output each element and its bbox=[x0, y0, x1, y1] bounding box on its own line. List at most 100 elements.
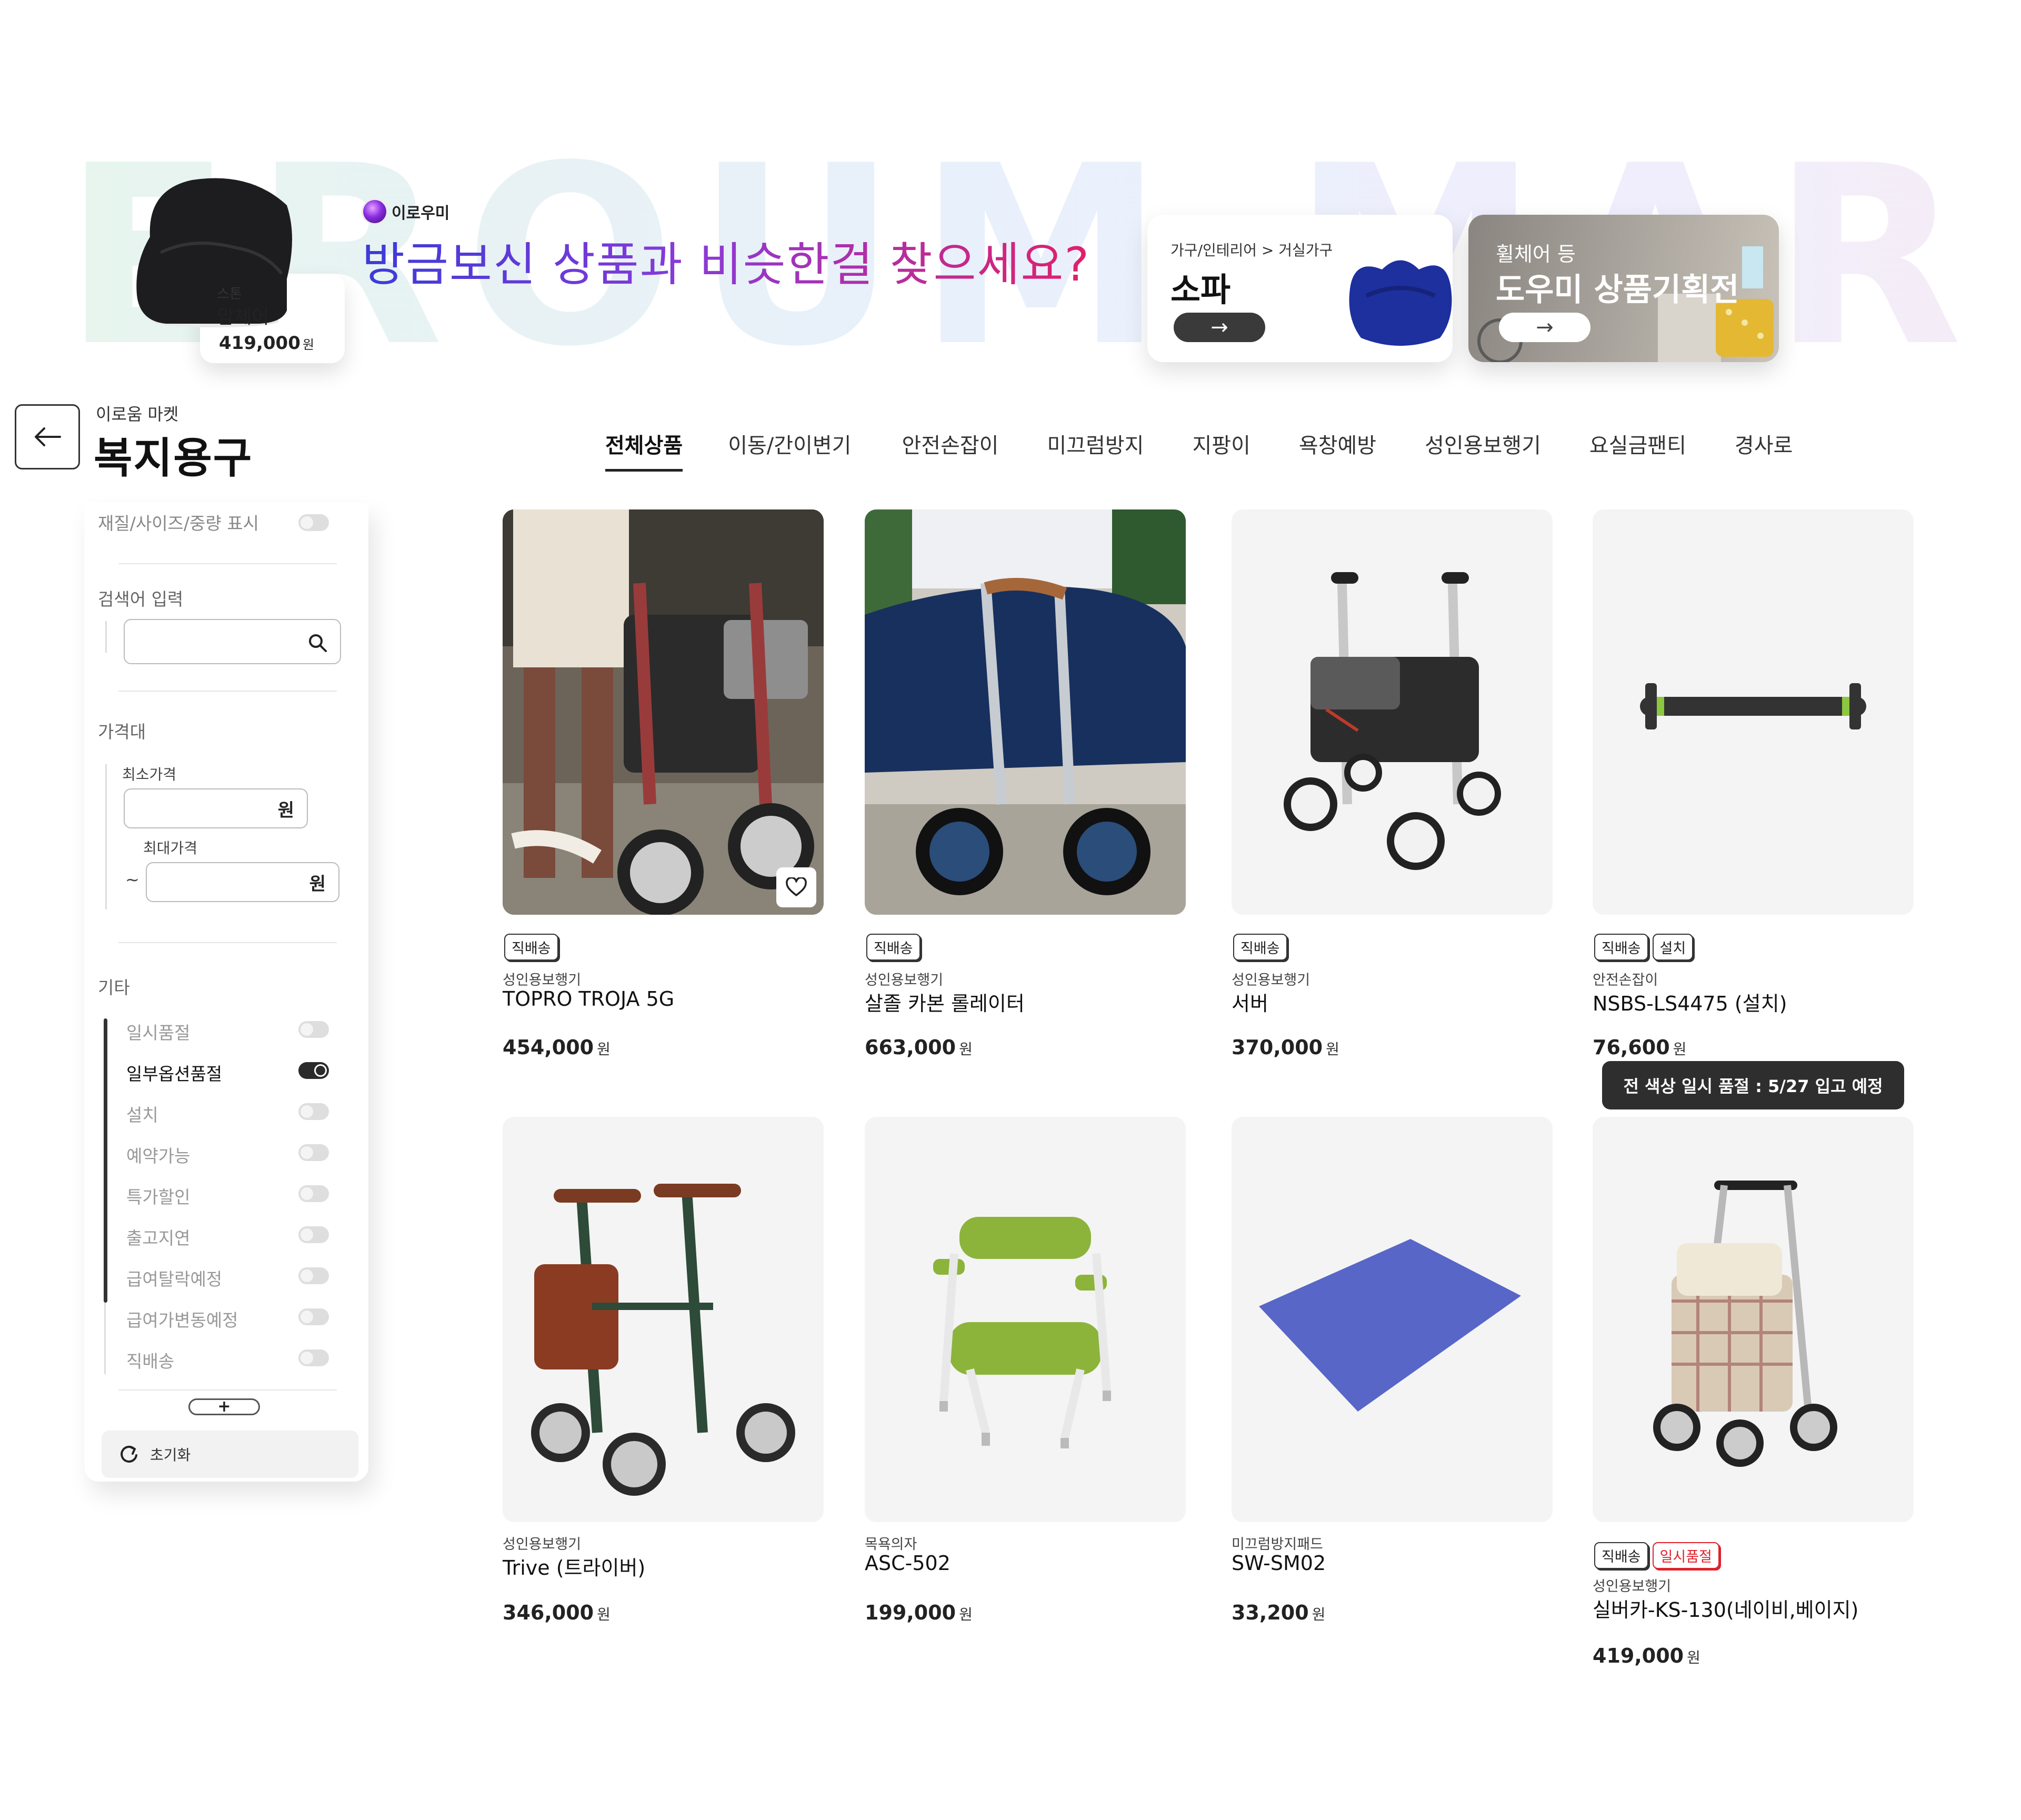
tab-mobility-toilet[interactable]: 이동/간이변기 bbox=[728, 424, 851, 472]
tag-direct-delivery: 직배송 bbox=[504, 934, 558, 961]
product-image bbox=[1593, 1117, 1914, 1522]
arrow-left-icon bbox=[35, 427, 61, 446]
product-price: 454,000 원 bbox=[503, 1036, 611, 1059]
divider bbox=[118, 1389, 337, 1391]
product-image bbox=[865, 509, 1186, 915]
options-scrollbar[interactable] bbox=[104, 1018, 107, 1303]
search-input[interactable] bbox=[124, 619, 341, 664]
tab-cane[interactable]: 지팡이 bbox=[1192, 424, 1250, 472]
product-tags: 직배송 bbox=[866, 934, 921, 961]
product-name: SW-SM02 bbox=[1232, 1552, 1326, 1575]
search-label: 검색어 입력 bbox=[98, 589, 184, 609]
armchair-image bbox=[136, 178, 292, 327]
product-category: 성인용보행기 bbox=[865, 972, 944, 988]
product-name: 서버 bbox=[1232, 992, 1268, 1015]
product-price: 33,200 원 bbox=[1232, 1601, 1326, 1624]
recent-name: 암체어 bbox=[217, 306, 269, 328]
tag-direct-delivery: 직배송 bbox=[1594, 1542, 1648, 1569]
assistant-badge: 이로우미 bbox=[363, 200, 449, 223]
etc-label: 기타 bbox=[98, 977, 130, 998]
refresh-icon bbox=[121, 1445, 137, 1463]
currency-unit: 원 bbox=[277, 799, 294, 821]
tab-ramp[interactable]: 경사로 bbox=[1735, 424, 1793, 472]
option-toggle-reservable[interactable] bbox=[298, 1144, 329, 1161]
product-name: 실버카-KS-130(네이비,베이지) bbox=[1593, 1598, 1859, 1622]
tilde-separator: ~ bbox=[125, 869, 139, 889]
tag-direct-delivery: 직배송 bbox=[866, 934, 921, 961]
tab-incontinence[interactable]: 요실금팬티 bbox=[1589, 424, 1686, 472]
option-label: 급여가변동예정 bbox=[126, 1310, 238, 1331]
plus-icon: + bbox=[217, 1397, 231, 1416]
promo-wheelchair-card[interactable]: 휠체어 등 도우미 상품기획전 → bbox=[1468, 215, 1779, 362]
option-label: 일시품절 bbox=[126, 1023, 191, 1043]
max-price-input[interactable]: 원 bbox=[146, 862, 339, 902]
product-tags: 직배송 설치 bbox=[1594, 934, 1694, 961]
spec-toggle[interactable] bbox=[298, 514, 329, 531]
product-category: 목욕의자 bbox=[865, 1536, 917, 1553]
product-name: TOPRO TROJA 5G bbox=[503, 987, 675, 1011]
more-options-button[interactable]: + bbox=[188, 1398, 260, 1415]
tab-safety-handle[interactable]: 안전손잡이 bbox=[902, 424, 998, 472]
promo-title: 도우미 상품기획전 bbox=[1496, 272, 1739, 308]
back-button[interactable] bbox=[15, 404, 80, 469]
soldout-notice: 전 색상 일시 품절 : 5/27 입고 예정 bbox=[1602, 1061, 1904, 1109]
option-label: 예약가능 bbox=[126, 1146, 191, 1166]
product-price: 76,600 원 bbox=[1593, 1036, 1687, 1059]
option-label: 출고지연 bbox=[126, 1228, 191, 1248]
product-category: 성인용보행기 bbox=[503, 972, 582, 988]
product-tags: 직배송 bbox=[1233, 934, 1287, 961]
indent-bar bbox=[105, 621, 107, 653]
option-label: 설치 bbox=[126, 1105, 158, 1125]
option-toggle-direct-delivery[interactable] bbox=[298, 1349, 329, 1366]
recent-brand: 스톤 bbox=[217, 286, 242, 302]
tag-direct-delivery: 직배송 bbox=[1594, 934, 1648, 961]
assistant-name: 이로우미 bbox=[392, 204, 450, 223]
arrow-right-icon: → bbox=[1210, 315, 1228, 339]
product-category: 안전손잡이 bbox=[1593, 972, 1658, 988]
option-toggle-benefit-change[interactable] bbox=[298, 1308, 329, 1325]
option-toggle-delay[interactable] bbox=[298, 1226, 329, 1243]
max-price-label: 최대가격 bbox=[143, 839, 198, 857]
divider bbox=[118, 691, 337, 692]
tab-bedsore[interactable]: 욕창예방 bbox=[1299, 424, 1376, 472]
divider bbox=[118, 942, 337, 943]
tab-walker[interactable]: 성인용보행기 bbox=[1425, 424, 1541, 472]
option-toggle-special-discount[interactable] bbox=[298, 1185, 329, 1202]
arrow-right-icon: → bbox=[1536, 315, 1554, 339]
assistant-orb-icon bbox=[363, 200, 386, 223]
min-price-input[interactable]: 원 bbox=[124, 788, 308, 828]
market-label: 이로움 마켓 bbox=[96, 404, 179, 424]
product-price: 370,000 원 bbox=[1232, 1036, 1339, 1059]
tag-install: 설치 bbox=[1652, 934, 1694, 961]
reset-button[interactable]: 초기화 bbox=[102, 1431, 358, 1478]
product-category: 미끄럼방지패드 bbox=[1232, 1536, 1323, 1553]
product-price: 419,000 원 bbox=[1593, 1644, 1700, 1667]
currency-unit: 원 bbox=[309, 873, 326, 895]
product-image bbox=[1232, 1117, 1553, 1522]
promo-breadcrumb: 가구/인테리어 > 거실가구 bbox=[1170, 242, 1333, 259]
product-category: 성인용보행기 bbox=[1232, 972, 1310, 988]
tag-temp-soldout: 일시품절 bbox=[1652, 1542, 1719, 1569]
option-toggle-install[interactable] bbox=[298, 1103, 329, 1120]
promo-sofa-card[interactable]: 가구/인테리어 > 거실가구 소파 → bbox=[1147, 215, 1453, 362]
wishlist-button[interactable] bbox=[776, 867, 816, 907]
option-toggle-partial-soldout[interactable] bbox=[298, 1062, 329, 1079]
option-toggle-benefit-drop[interactable] bbox=[298, 1267, 329, 1284]
option-label: 직배송 bbox=[126, 1351, 175, 1372]
option-toggle-temp-soldout[interactable] bbox=[298, 1021, 329, 1038]
tag-direct-delivery: 직배송 bbox=[1233, 934, 1287, 961]
spec-toggle-label: 재질/사이즈/중량 표시 bbox=[98, 513, 259, 534]
product-name: Trive (트라이버) bbox=[503, 1556, 646, 1579]
product-category: 성인용보행기 bbox=[1593, 1578, 1672, 1595]
product-tags: 직배송 bbox=[504, 934, 558, 961]
option-label: 급여탈락예정 bbox=[126, 1269, 223, 1289]
promo-go-button[interactable]: → bbox=[1174, 313, 1265, 342]
tab-anti-slip[interactable]: 미끄럼방지 bbox=[1047, 424, 1144, 472]
product-image bbox=[1232, 509, 1553, 915]
sofa-image bbox=[1349, 260, 1452, 346]
tab-all[interactable]: 전체상품 bbox=[605, 424, 683, 472]
promo-go-button[interactable]: → bbox=[1499, 313, 1590, 342]
price-range-label: 가격대 bbox=[98, 722, 146, 742]
promo-subtitle: 휠체어 등 bbox=[1496, 243, 1576, 266]
search-icon bbox=[309, 634, 327, 652]
